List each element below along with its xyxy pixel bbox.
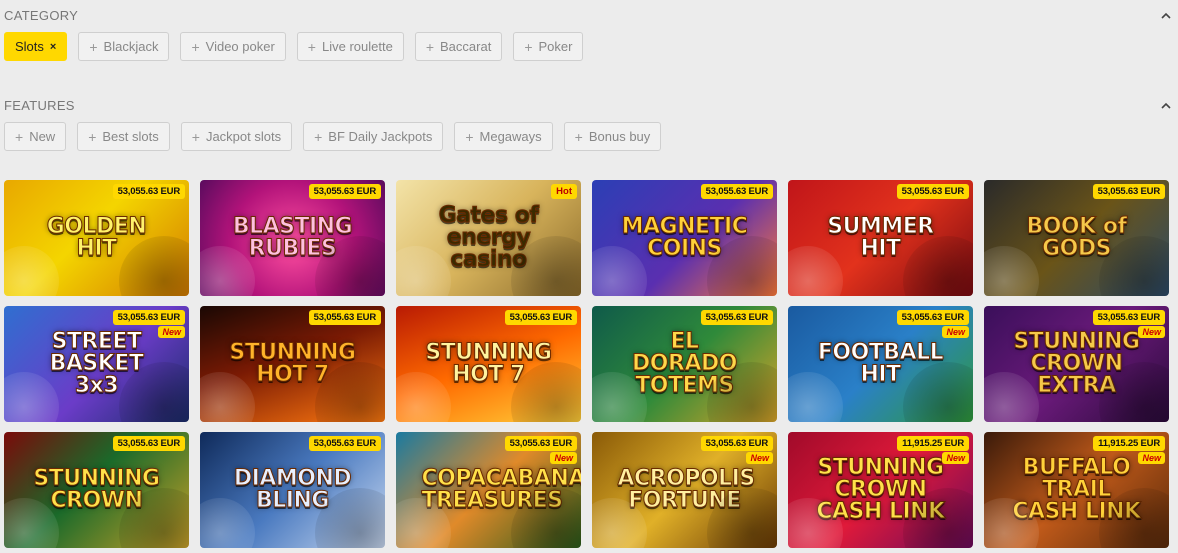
jackpot-badge: 53,055.63 EUR (308, 436, 381, 451)
category-chip-poker[interactable]: + Poker (513, 32, 584, 61)
game-tile[interactable]: BLASTING RUBIES 53,055.63 EUR (200, 180, 385, 296)
chip-label: Video poker (205, 39, 275, 54)
game-tile[interactable]: MAGNETIC COINS 53,055.63 EUR (592, 180, 777, 296)
game-tile[interactable]: STUNNING HOT 7 53,055.63 EUR (396, 306, 581, 422)
game-tile[interactable]: BUFFALO TRAIL CASH LINK 11,915.25 EUR New (984, 432, 1169, 548)
jackpot-badge: 11,915.25 EUR (1093, 436, 1165, 451)
chip-label: Poker (538, 39, 573, 54)
feature-chip-bf-daily-jackpots[interactable]: + BF Daily Jackpots (303, 122, 444, 151)
jackpot-badge: 53,055.63 EUR (112, 310, 185, 325)
jackpot-badge: 11,915.25 EUR (897, 436, 969, 451)
plus-icon: + (574, 128, 583, 145)
category-chip-live-roulette[interactable]: + Live roulette (296, 32, 404, 61)
plus-icon: + (425, 38, 434, 55)
feature-chip-megaways[interactable]: + Megaways (454, 122, 553, 151)
chip-label: Baccarat (440, 39, 492, 54)
new-badge: New (550, 452, 577, 464)
jackpot-badge: 53,055.63 EUR (308, 184, 381, 199)
hot-badge: Hot (551, 184, 577, 199)
chip-label: Slots (15, 39, 44, 54)
game-tile[interactable]: DIAMOND BLING 53,055.63 EUR (200, 432, 385, 548)
plus-icon: + (191, 38, 200, 55)
new-badge: New (746, 452, 773, 464)
jackpot-badge: 53,055.63 EUR (896, 184, 969, 199)
feature-chip-new[interactable]: + New (4, 122, 67, 151)
new-badge: New (158, 326, 185, 338)
chip-label: BF Daily Jackpots (328, 129, 433, 144)
plus-icon: + (314, 128, 323, 145)
game-tile[interactable]: Gates of energy casino Hot (396, 180, 581, 296)
jackpot-badge: 53,055.63 EUR (112, 436, 185, 451)
plus-icon: + (191, 128, 200, 145)
game-tile[interactable]: STUNNING CROWN 53,055.63 EUR (4, 432, 189, 548)
jackpot-badge: 53,055.63 EUR (1092, 184, 1165, 199)
new-badge: New (942, 326, 969, 338)
feature-chip-jackpot-slots[interactable]: + Jackpot slots (180, 122, 293, 151)
chip-label: Jackpot slots (205, 129, 282, 144)
features-chips: + New + Best slots + Jackpot slots + BF Daily J… (4, 122, 662, 151)
jackpot-badge: 53,055.63 EUR (504, 436, 577, 451)
close-icon[interactable]: × (50, 41, 56, 53)
game-tile[interactable]: SUMMER HIT 53,055.63 EUR (788, 180, 973, 296)
jackpot-badge: 53,055.63 EUR (308, 310, 381, 325)
game-tile[interactable]: ACROPOLIS FORTUNE 53,055.63 EUR New (592, 432, 777, 548)
chevron-up-icon[interactable] (1160, 9, 1172, 21)
category-header: CATEGORY (4, 7, 1172, 23)
feature-chip-best-slots[interactable]: + Best slots (77, 122, 170, 151)
game-tile[interactable]: STREET BASKET 3x3 53,055.63 EUR New (4, 306, 189, 422)
category-chips: Slots × + Blackjack + Video poker + Live roulet… (4, 32, 584, 61)
game-tile[interactable]: COPACABANA TREASURES 53,055.63 EUR New (396, 432, 581, 548)
category-chip-blackjack[interactable]: + Blackjack (78, 32, 170, 61)
new-badge: New (1138, 452, 1165, 464)
new-badge: New (1138, 326, 1165, 338)
jackpot-badge: 53,055.63 EUR (504, 310, 577, 325)
plus-icon: + (15, 128, 24, 145)
new-badge: New (942, 452, 969, 464)
jackpot-badge: 53,055.63 EUR (700, 310, 773, 325)
plus-icon: + (89, 38, 98, 55)
category-chip-slots[interactable]: Slots × (4, 32, 68, 61)
games-grid: GOLDEN HIT 53,055.63 EUR BLASTING RUBIES 53… (4, 180, 1169, 548)
chevron-up-icon[interactable] (1160, 99, 1172, 111)
jackpot-badge: 53,055.63 EUR (700, 184, 773, 199)
jackpot-badge: 53,055.63 EUR (1092, 310, 1165, 325)
jackpot-badge: 53,055.63 EUR (700, 436, 773, 451)
chip-label: Live roulette (321, 39, 393, 54)
game-tile[interactable]: BOOK of GODS 53,055.63 EUR (984, 180, 1169, 296)
chip-label: Megaways (479, 129, 542, 144)
game-tile[interactable]: STUNNING CROWN EXTRA 53,055.63 EUR New (984, 306, 1169, 422)
plus-icon: + (307, 38, 316, 55)
chip-label: New (29, 129, 56, 144)
game-tile[interactable]: GOLDEN HIT 53,055.63 EUR (4, 180, 189, 296)
game-tile[interactable]: FOOTBALL HIT 53,055.63 EUR New (788, 306, 973, 422)
chip-label: Blackjack (103, 39, 159, 54)
chip-label: Bonus buy (588, 129, 651, 144)
plus-icon: + (465, 128, 474, 145)
category-chip-baccarat[interactable]: + Baccarat (414, 32, 503, 61)
category-chip-video-poker[interactable]: + Video poker (180, 32, 286, 61)
features-title: FEATURES (4, 97, 75, 113)
jackpot-badge: 53,055.63 EUR (896, 310, 969, 325)
category-title: CATEGORY (4, 7, 79, 23)
game-tile[interactable]: STUNNING HOT 7 53,055.63 EUR (200, 306, 385, 422)
game-tile[interactable]: STUNNING CROWN CASH LINK 11,915.25 EUR New (788, 432, 973, 548)
chip-label: Best slots (102, 129, 159, 144)
jackpot-badge: 53,055.63 EUR (112, 184, 185, 199)
game-tile[interactable]: EL DORADO TOTEMS 53,055.63 EUR (592, 306, 777, 422)
feature-chip-bonus-buy[interactable]: + Bonus buy (563, 122, 662, 151)
features-header: FEATURES (4, 97, 1172, 113)
plus-icon: + (88, 128, 97, 145)
plus-icon: + (524, 38, 533, 55)
